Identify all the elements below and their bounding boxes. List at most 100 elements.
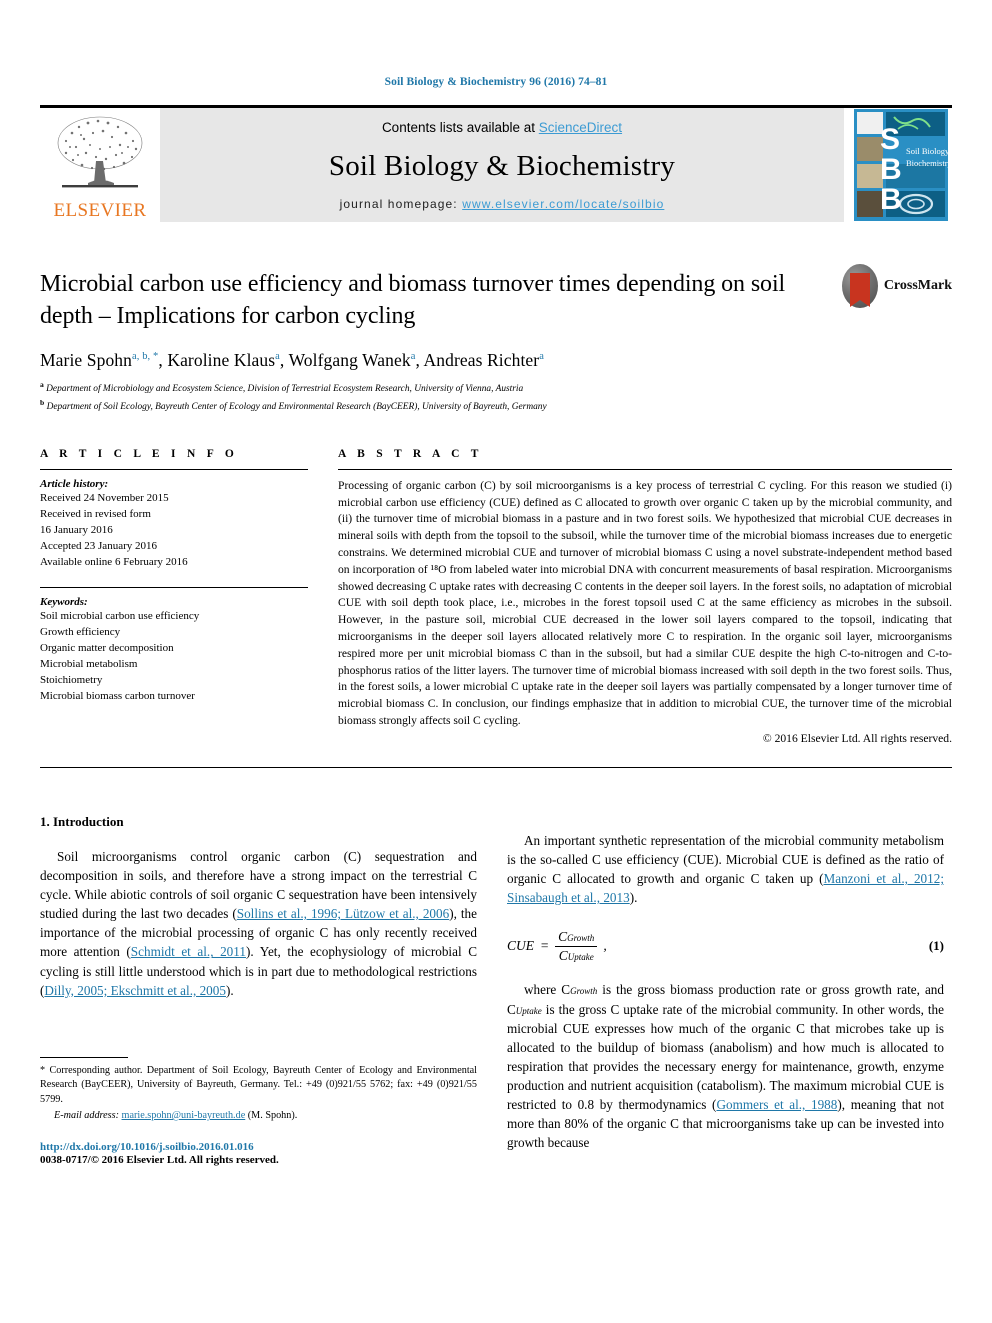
author-affil-marks[interactable]: a — [275, 352, 280, 363]
contents-available-line: Contents lists available at ScienceDirec… — [382, 120, 622, 135]
author-affil-marks[interactable]: a, b, * — [132, 352, 158, 363]
cover-journal-line2: Biochemistry — [906, 158, 948, 168]
journal-homepage-line: journal homepage: www.elsevier.com/locat… — [340, 197, 665, 211]
info-abstract-row: A R T I C L E I N F O Article history: R… — [40, 448, 952, 745]
intro-text-d: ). — [225, 982, 234, 998]
citation-link[interactable]: Sollins et al., 1996; Lützow et al., 200… — [237, 906, 449, 921]
title-block: CrossMark Microbial carbon use efficienc… — [40, 264, 952, 414]
where-paragraph: where CGrowth is the gross biomass produ… — [507, 980, 944, 1152]
affiliation-item: b Department of Soil Ecology, Bayreuth C… — [40, 397, 952, 414]
right-column: An important synthetic representation of… — [507, 814, 944, 1166]
equation-denominator: CUptake — [558, 947, 594, 963]
where-sub-growth: Growth — [570, 986, 598, 997]
keywords-label: Keywords: — [40, 595, 88, 608]
affiliation-text: Department of Soil Ecology, Bayreuth Cen… — [46, 401, 547, 412]
doi-link[interactable]: http://dx.doi.org/10.1016/j.soilbio.2016… — [40, 1141, 477, 1153]
keyword-item: Growth efficiency — [40, 625, 121, 638]
body-columns: 1. Introduction Soil microorganisms cont… — [40, 814, 952, 1166]
article-info-heading: A R T I C L E I N F O — [40, 447, 239, 460]
where-sub-uptake: Uptake — [515, 1005, 542, 1016]
left-column: 1. Introduction Soil microorganisms cont… — [40, 814, 477, 1166]
author-affil-marks[interactable]: a — [539, 352, 544, 363]
citation-link[interactable]: Schmidt et al., 2011 — [131, 944, 246, 959]
article-history-item: Available online 6 February 2016 — [40, 556, 188, 569]
author-name: Andreas Richter — [423, 350, 540, 371]
crossmark-label: CrossMark — [883, 278, 952, 293]
crossmark-badge[interactable]: CrossMark — [842, 263, 952, 309]
corresponding-text: Corresponding author. Department of Soil… — [40, 1064, 477, 1106]
elsevier-wordmark: ELSEVIER — [53, 200, 147, 221]
issn-copyright-line: 0038-0717/© 2016 Elsevier Ltd. All right… — [40, 1153, 279, 1166]
where-text-a: where C — [524, 982, 571, 998]
intro-paragraph-left: Soil microorganisms control organic carb… — [40, 847, 477, 1000]
sciencedirect-link[interactable]: ScienceDirect — [539, 120, 622, 135]
email-suffix: (M. Spohn). — [245, 1110, 298, 1122]
right-text-b: ). — [629, 890, 638, 906]
equation-lhs: CUE — [507, 938, 534, 954]
keyword-item: Soil microbial carbon use efficiency — [40, 609, 200, 622]
author-affil-marks[interactable]: a — [411, 352, 416, 363]
section-heading-introduction: 1. Introduction — [40, 813, 124, 829]
journal-masthead: ELSEVIER Contents lists available at Sci… — [40, 105, 952, 222]
equation-numerator: CGrowth — [555, 929, 598, 947]
svg-text:B: B — [880, 183, 902, 216]
where-text-c: is the gross C uptake rate of the microb… — [507, 1001, 944, 1113]
author-list: Marie Spohna, b, *, Karoline Klausa, Wol… — [40, 350, 544, 371]
abstract-heading: A B S T R A C T — [338, 447, 483, 460]
author-name: Marie Spohn — [40, 350, 132, 371]
equation-number: (1) — [928, 938, 944, 954]
cover-art-icon: S B B Soil Biology & Biochemistry — [854, 109, 948, 221]
email-note: E-mail address: marie.spohn@uni-bayreuth… — [40, 1109, 477, 1124]
affiliation-mark: b — [40, 397, 45, 407]
intro-paragraph-right: An important synthetic representation of… — [507, 831, 944, 908]
article-history-item: Received 24 November 2015 — [40, 491, 169, 504]
keyword-item: Microbial biomass carbon turnover — [40, 690, 195, 703]
article-page: Soil Biology & Biochemistry 96 (2016) 74… — [0, 0, 992, 1323]
keyword-item: Microbial metabolism — [40, 658, 138, 671]
email-label: E-mail address: — [54, 1110, 122, 1122]
footnote-block: * Corresponding author. Department of So… — [40, 1056, 477, 1166]
keyword-item: Organic matter decomposition — [40, 641, 174, 654]
equation-comma: , — [603, 938, 607, 954]
svg-text:B: B — [880, 153, 902, 186]
article-history-item: Accepted 23 January 2016 — [40, 540, 157, 553]
affiliation-text: Department of Microbiology and Ecosystem… — [46, 384, 524, 395]
journal-title: Soil Biology & Biochemistry — [328, 149, 676, 182]
journal-cover-thumbnail: S B B Soil Biology & Biochemistry — [850, 108, 952, 222]
homepage-label: journal homepage: — [339, 196, 463, 211]
affiliation-item: a Department of Microbiology and Ecosyst… — [40, 379, 952, 396]
citation-link[interactable]: Dilly, 2005; Ekschmitt et al., 2005 — [44, 983, 226, 998]
svg-text:S: S — [880, 123, 900, 156]
affiliation-mark: a — [40, 380, 44, 390]
page-title: Microbial carbon use efficiency and biom… — [40, 271, 786, 329]
article-info-column: A R T I C L E I N F O Article history: R… — [40, 448, 308, 745]
section-divider — [40, 766, 952, 768]
equation-expression: CUE = CGrowth CUptake , — [507, 929, 929, 963]
equation-1: CUE = CGrowth CUptake , (1) — [507, 929, 944, 963]
crossmark-icon — [842, 264, 878, 308]
email-link[interactable]: marie.spohn@uni-bayreuth.de — [122, 1110, 246, 1121]
citation-link[interactable]: Gommers et al., 1988 — [716, 1097, 837, 1112]
article-history-item: 16 January 2016 — [40, 524, 113, 537]
keyword-item: Stoichiometry — [40, 674, 103, 687]
elsevier-tree-icon — [57, 116, 143, 188]
journal-band: Contents lists available at ScienceDirec… — [160, 108, 844, 222]
running-head: Soil Biology & Biochemistry 96 (2016) 74… — [384, 76, 608, 88]
keywords-block: Keywords: Soil microbial carbon use effi… — [40, 586, 308, 705]
abstract-copyright: © 2016 Elsevier Ltd. All rights reserved… — [762, 731, 952, 745]
author-name: Wolfgang Wanek — [288, 350, 411, 371]
equation-equals: = — [540, 938, 550, 954]
cover-journal-line1: Soil Biology & — [906, 146, 948, 156]
abstract-column: A B S T R A C T Processing of organic ca… — [338, 448, 952, 745]
author-name: Karoline Klaus — [167, 350, 276, 371]
equation-fraction: CGrowth CUptake — [555, 929, 598, 963]
article-history-label: Article history: — [40, 477, 109, 490]
corresponding-author-note: * Corresponding author. Department of So… — [40, 1064, 477, 1108]
homepage-url-link[interactable]: www.elsevier.com/locate/soilbio — [462, 197, 664, 211]
footnote-rule — [40, 1056, 128, 1058]
abstract-text: Processing of organic carbon (C) by soil… — [338, 478, 952, 727]
abstract-body-wrap: Processing of organic carbon (C) by soil… — [338, 468, 952, 745]
article-history-item: Received in revised form — [40, 507, 151, 520]
contents-prefix: Contents lists available at — [381, 119, 539, 135]
affiliation-list: a Department of Microbiology and Ecosyst… — [40, 379, 952, 413]
